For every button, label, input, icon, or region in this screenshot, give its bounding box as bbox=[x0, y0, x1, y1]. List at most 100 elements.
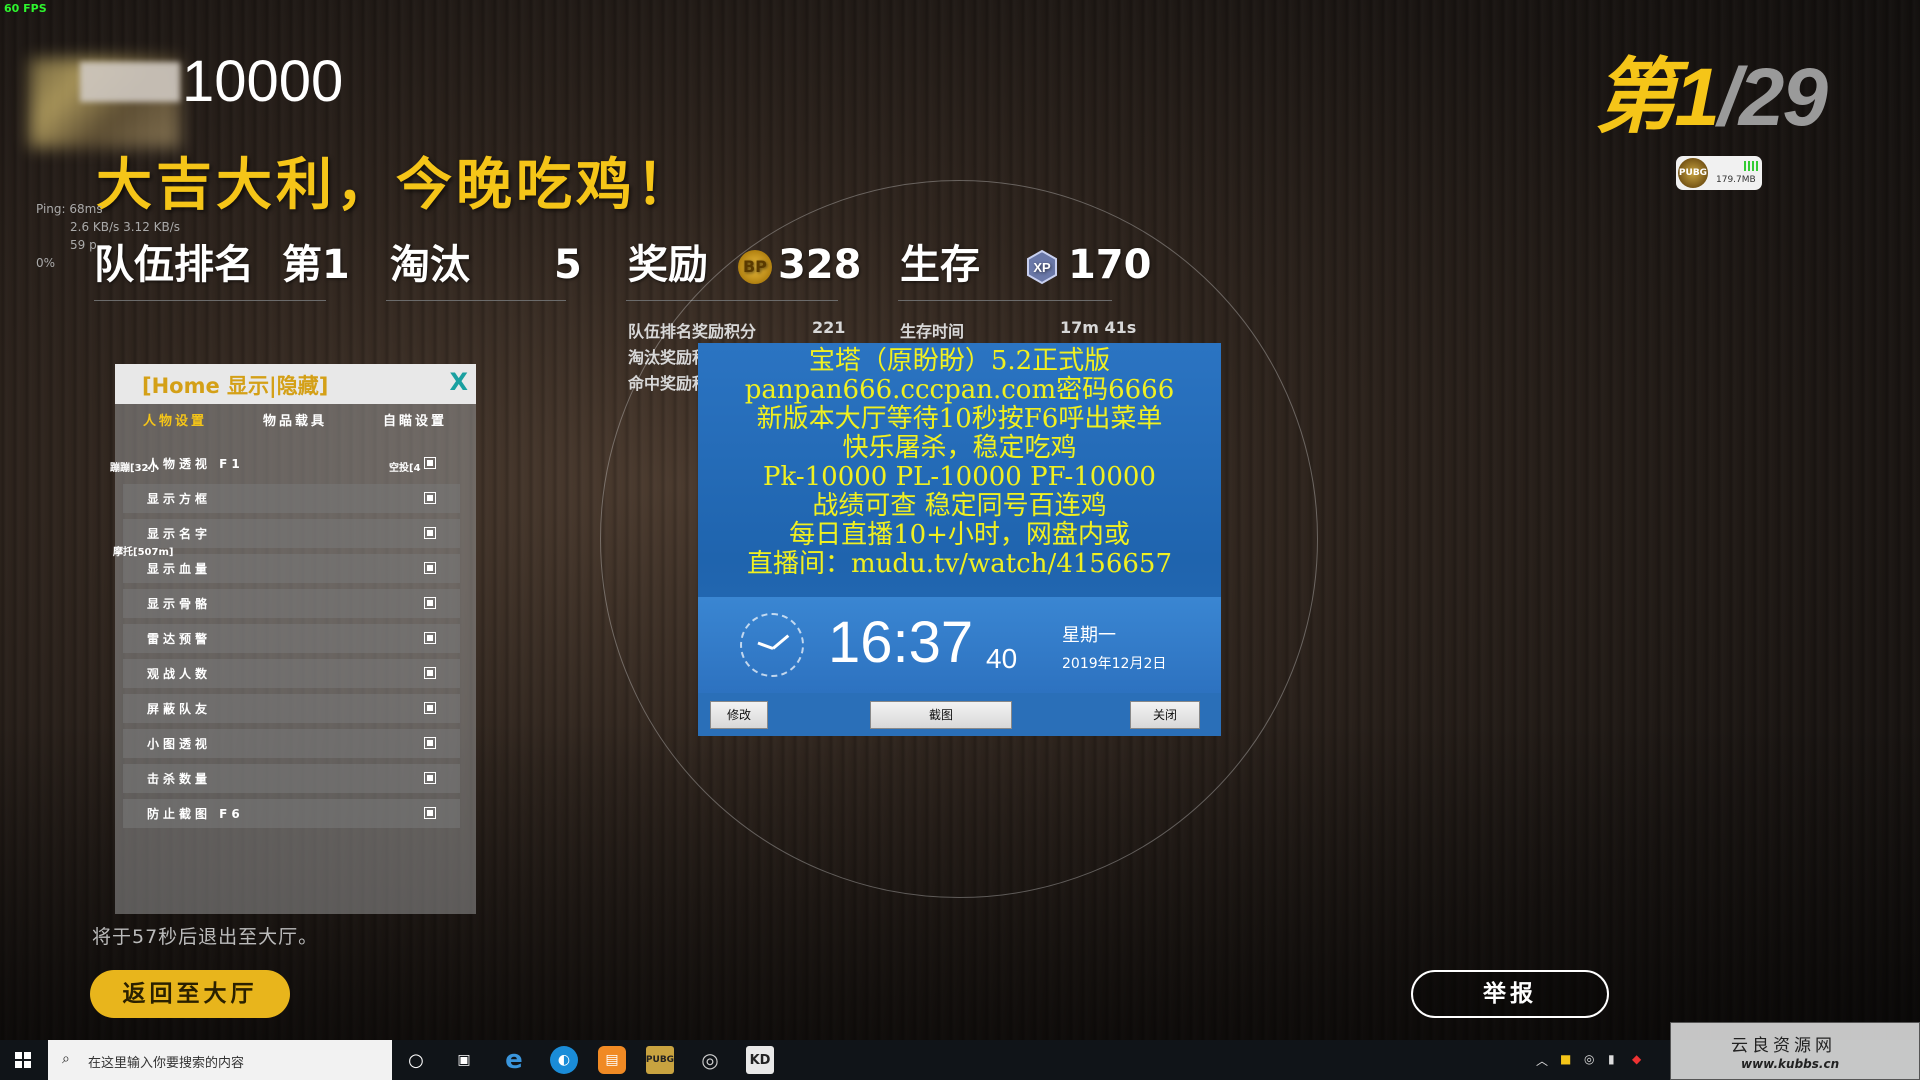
winner-slogan: 大吉大利，今晚吃鸡！ bbox=[96, 153, 696, 218]
menu-item-radar[interactable]: 雷达预警 bbox=[123, 624, 460, 653]
tray-chevron-icon[interactable]: ︿ bbox=[1536, 1052, 1548, 1069]
clock-seconds: 40 bbox=[986, 643, 1018, 674]
menu-item-hide-team[interactable]: 屏蔽队友 bbox=[123, 694, 460, 723]
menu-checkbox[interactable] bbox=[424, 492, 436, 504]
windows-icon bbox=[15, 1052, 31, 1068]
menu-checkbox[interactable] bbox=[424, 457, 436, 469]
reward-label: 奖励 bbox=[628, 242, 708, 288]
menu-checkbox[interactable] bbox=[424, 667, 436, 679]
tab-aimbot[interactable]: 自瞄设置 bbox=[383, 410, 447, 429]
esp-label-airdrop: 空投[4 bbox=[389, 463, 421, 474]
menu-checkbox[interactable] bbox=[424, 772, 436, 784]
ad-line: 每日直播10+小时，网盘内或 bbox=[789, 520, 1130, 550]
menu-tabs: 人物设置 物品载具 自瞄设置 bbox=[115, 410, 476, 434]
menu-item-name[interactable]: 显示名字 bbox=[123, 519, 460, 548]
clock-date: 2019年12月2日 bbox=[1062, 656, 1167, 672]
menu-item-health[interactable]: 显示血量 bbox=[123, 554, 460, 583]
ad-line: Pk-10000 PL-10000 PF-10000 bbox=[763, 462, 1156, 492]
menu-item-skeleton[interactable]: 显示骨骼 bbox=[123, 589, 460, 618]
kd-app-icon[interactable]: KD bbox=[746, 1046, 774, 1074]
ad-button-bar: 修改 截图 关闭 bbox=[698, 693, 1221, 736]
menu-checkbox[interactable] bbox=[424, 632, 436, 644]
player-score: 10000 bbox=[182, 49, 344, 114]
browser-icon[interactable]: ◐ bbox=[550, 1046, 578, 1074]
clock-time: 16:37 bbox=[828, 610, 974, 675]
tray-security-icon[interactable]: ◆ bbox=[1632, 1052, 1641, 1066]
divider-rank bbox=[94, 300, 326, 301]
menu-checkbox[interactable] bbox=[424, 737, 436, 749]
pubg-taskbar-icon[interactable]: PUBG bbox=[646, 1046, 674, 1074]
tray-mic-icon[interactable]: ▮ bbox=[1608, 1052, 1615, 1066]
ad-line: 新版本大厅等待10秒按F6呼出菜单 bbox=[756, 404, 1163, 434]
pubg-badge: PUBG 179.7MB bbox=[1676, 156, 1762, 190]
tray-app-icon[interactable]: ■ bbox=[1560, 1052, 1571, 1066]
menu-close-button[interactable]: X bbox=[449, 368, 468, 396]
esp-label-moto: 摩托[507m] bbox=[113, 547, 174, 558]
menu-checkbox[interactable] bbox=[424, 562, 436, 574]
report-button[interactable]: 举报 bbox=[1411, 970, 1609, 1018]
menu-item-label: 显示骨骼 bbox=[147, 597, 212, 611]
fps-counter: 60 FPS bbox=[4, 2, 47, 15]
rank-total: /29 bbox=[1718, 52, 1828, 143]
ad-line: 直播间：mudu.tv/watch/4156657 bbox=[746, 549, 1172, 579]
close-button[interactable]: 关闭 bbox=[1130, 701, 1200, 729]
team-rank-value: 第1 bbox=[281, 242, 350, 288]
menu-item-label: 屏蔽队友 bbox=[147, 702, 212, 716]
blurred-name bbox=[80, 62, 180, 102]
menu-item-spectators[interactable]: 观战人数 bbox=[123, 659, 460, 688]
search-placeholder: 在这里输入你要搜索的内容 bbox=[88, 1056, 245, 1071]
tab-items-vehicles[interactable]: 物品载具 bbox=[263, 410, 327, 429]
menu-checkbox[interactable] bbox=[424, 702, 436, 714]
ad-line: 战绩可查 稳定同号百连鸡 bbox=[812, 491, 1107, 521]
menu-item-label: 雷达预警 bbox=[147, 632, 212, 646]
menu-title: [Home 显示|隐藏] bbox=[142, 374, 329, 398]
tab-character[interactable]: 人物设置 bbox=[143, 410, 207, 429]
menu-item-kills[interactable]: 击杀数量 bbox=[123, 764, 460, 793]
screenshot-button[interactable]: 截图 bbox=[870, 701, 1012, 729]
cortana-icon[interactable]: ○ bbox=[402, 1046, 430, 1074]
menu-item-minimap[interactable]: 小图透视 bbox=[123, 729, 460, 758]
edge-icon[interactable]: e bbox=[500, 1045, 528, 1075]
kills-stat: 淘汰 5 bbox=[390, 232, 582, 290]
clock-icon bbox=[740, 613, 804, 677]
menu-item-label: 显示名字 bbox=[147, 527, 212, 541]
modify-button[interactable]: 修改 bbox=[710, 701, 768, 729]
taskbar: ⌕ 在这里输入你要搜索的内容 ○ ▣ e ◐ ▤ PUBG ◎ KD ︿ ■ ◎… bbox=[0, 1040, 1920, 1080]
steam-icon[interactable]: ◎ bbox=[696, 1046, 724, 1074]
exit-countdown: 将于57秒后退出至大厅。 bbox=[92, 926, 319, 948]
return-lobby-button[interactable]: 返回至大厅 bbox=[90, 970, 290, 1018]
menu-item-label: 防止截图 F6 bbox=[147, 807, 244, 821]
menu-checkbox[interactable] bbox=[424, 527, 436, 539]
menu-checkbox[interactable] bbox=[424, 597, 436, 609]
task-view-icon[interactable]: ▣ bbox=[450, 1046, 478, 1074]
taskbar-search[interactable]: ⌕ 在这里输入你要搜索的内容 bbox=[48, 1040, 392, 1080]
team-rank-stat: 队伍排名 第1 bbox=[94, 232, 350, 290]
menu-item-label: 小图透视 bbox=[147, 737, 212, 751]
menu-checkbox[interactable] bbox=[424, 807, 436, 819]
pubg-logo-icon: PUBG bbox=[1678, 158, 1708, 188]
clock-panel: 16:37 40 星期一 2019年12月2日 bbox=[698, 597, 1221, 693]
menu-item-box[interactable]: 显示方框 bbox=[123, 484, 460, 513]
signal-icon bbox=[1744, 161, 1758, 171]
ad-line: 快乐屠杀，稳定吃鸡 bbox=[842, 433, 1077, 463]
tray-steam-icon[interactable]: ◎ bbox=[1584, 1052, 1594, 1066]
rank-current: 第1 bbox=[1594, 52, 1720, 143]
menu-item-label: 击杀数量 bbox=[147, 772, 212, 786]
kills-label: 淘汰 bbox=[390, 242, 470, 288]
ad-clock-window: 宝塔（原盼盼）5.2正式版 panpan666.cccpan.com密码6666… bbox=[698, 343, 1221, 736]
start-button[interactable] bbox=[0, 1040, 46, 1080]
badge-size: 179.7MB bbox=[1716, 175, 1756, 185]
watermark-title: 云良资源网 bbox=[1731, 1036, 1836, 1056]
team-rank-label: 队伍排名 bbox=[94, 242, 254, 288]
app-orange-icon[interactable]: ▤ bbox=[598, 1046, 626, 1074]
divider-kills bbox=[386, 300, 566, 301]
watermark-logo: 云良资源网 www.kubbs.cn bbox=[1670, 1022, 1920, 1080]
rank-display: 第1/29 bbox=[1594, 30, 1828, 149]
ping-text: Ping: 68ms bbox=[36, 202, 103, 216]
ad-line: panpan666.cccpan.com密码6666 bbox=[744, 375, 1175, 405]
kills-value: 5 bbox=[553, 242, 582, 288]
menu-item-label: 人物透视 F1 bbox=[147, 457, 244, 471]
menu-item-anti-screenshot[interactable]: 防止截图 F6 bbox=[123, 799, 460, 828]
menu-item-label: 显示血量 bbox=[147, 562, 212, 576]
search-icon: ⌕ bbox=[62, 1051, 70, 1067]
